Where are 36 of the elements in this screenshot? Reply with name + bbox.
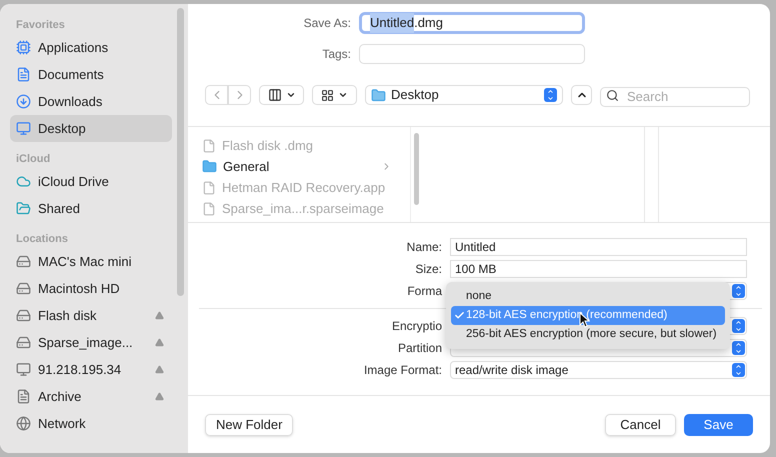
field-label: Save As:: [302, 15, 352, 32]
text-field[interactable]: 100 MB: [450, 260, 747, 278]
sidebar-item[interactable]: Flash disk: [10, 302, 172, 329]
section-heading: Locations: [15, 232, 69, 247]
field-label: Encryptio: [392, 318, 442, 335]
text-field[interactable]: Untitled: [450, 238, 747, 256]
popup-button[interactable]: read/write disk image: [450, 361, 747, 379]
sidebar-item[interactable]: Network: [10, 410, 172, 437]
menu-item[interactable]: 256-bit AES encryption (more secure, but slower): [451, 325, 725, 344]
field-label: Partition: [398, 340, 442, 357]
sidebar-item[interactable]: iCloud Drive: [10, 168, 172, 195]
sidebar-item[interactable]: Desktop: [10, 115, 172, 142]
file-row[interactable]: General: [202, 156, 392, 177]
sidebar-item[interactable]: Documents: [10, 61, 172, 88]
field-label: Size:: [415, 261, 442, 278]
location-popup[interactable]: Desktop: [365, 85, 563, 105]
sidebar-item[interactable]: Downloads: [10, 88, 172, 115]
section-heading: iCloud: [15, 152, 52, 167]
new-folder-button[interactable]: New Folder: [205, 414, 294, 436]
sidebar-item[interactable]: Macintosh HD: [10, 275, 172, 302]
cancel-button[interactable]: Cancel: [605, 414, 676, 436]
field-label: Name:: [406, 239, 442, 256]
sidebar-item[interactable]: Sparse_image...: [10, 329, 172, 356]
sidebar-item[interactable]: Applications: [10, 34, 172, 61]
search-field[interactable]: Search: [600, 86, 750, 106]
filename-field[interactable]: Untitled.dmg: [359, 12, 585, 34]
field-label: Forma: [407, 283, 442, 300]
sidebar-item[interactable]: Shared: [10, 195, 172, 222]
sidebar-item[interactable]: 91.218.195.34: [10, 356, 172, 383]
section-heading: Favorites: [15, 18, 66, 33]
menu-item[interactable]: none: [451, 287, 725, 306]
field-label: Image Format:: [364, 362, 442, 379]
sidebar-item[interactable]: Archive: [10, 383, 172, 410]
field-label: Tags:: [321, 46, 352, 63]
save-button[interactable]: Save: [684, 414, 753, 436]
sidebar-item[interactable]: MAC's Mac mini: [10, 248, 172, 275]
